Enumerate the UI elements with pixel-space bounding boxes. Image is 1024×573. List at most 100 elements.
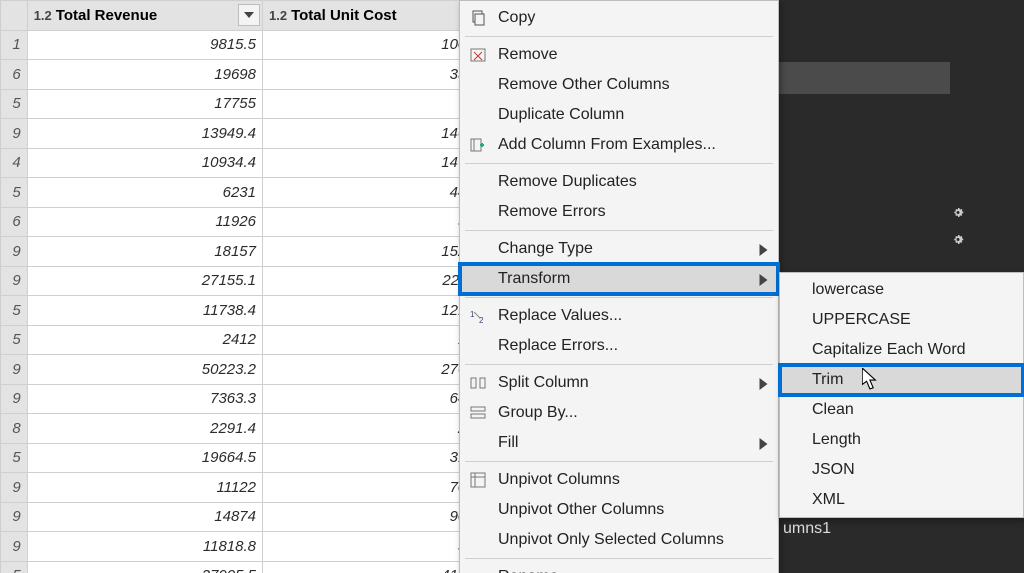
menu-separator: [465, 558, 773, 559]
menu-add-from-examples[interactable]: Add Column From Examples...: [460, 130, 778, 160]
row-index: 9: [1, 532, 28, 562]
submenu-arrow-icon: [759, 273, 768, 291]
menu-copy-label: Copy: [498, 9, 535, 27]
submenu-arrow-icon: [759, 377, 768, 395]
group-by-icon: [468, 403, 488, 423]
row-index: 5: [1, 296, 28, 326]
cell-revenue[interactable]: 50223.2: [27, 355, 262, 385]
menu-unpivot[interactable]: Unpivot Columns: [460, 465, 778, 495]
menu-unpivot-selected[interactable]: Unpivot Only Selected Columns: [460, 525, 778, 555]
menu-transform-label: Transform: [498, 270, 570, 288]
cell-revenue[interactable]: 19664.5: [27, 443, 262, 473]
row-index: 9: [1, 237, 28, 267]
row-index: 6: [1, 60, 28, 90]
unpivot-icon: [468, 470, 488, 490]
decimal-type-icon: 1.2: [269, 8, 287, 23]
cell-revenue[interactable]: 2412: [27, 325, 262, 355]
cell-revenue[interactable]: 11926: [27, 207, 262, 237]
cell-revenue[interactable]: 11122: [27, 473, 262, 503]
power-query-window: umns1 1.2 Total Revenue 1.2 Total Unit C…: [0, 0, 1024, 573]
submenu-trim[interactable]: Trim: [780, 365, 1023, 395]
cell-revenue[interactable]: 14874: [27, 502, 262, 532]
menu-unpivot-other-label: Unpivot Other Columns: [498, 501, 664, 519]
cell-revenue[interactable]: 11818.8: [27, 532, 262, 562]
menu-remove[interactable]: Remove: [460, 40, 778, 70]
svg-text:1: 1: [470, 310, 475, 319]
cell-revenue[interactable]: 9815.5: [27, 30, 262, 60]
cell-revenue[interactable]: 27905.5: [27, 561, 262, 573]
menu-unpivot-other[interactable]: Unpivot Other Columns: [460, 495, 778, 525]
menu-fill[interactable]: Fill: [460, 428, 778, 458]
column-context-menu: Copy Remove Remove Other Columns Duplica…: [459, 0, 779, 573]
row-index: 9: [1, 355, 28, 385]
split-column-icon: [468, 373, 488, 393]
menu-remove-err-label: Remove Errors: [498, 203, 606, 221]
submenu-lowercase[interactable]: lowercase: [780, 275, 1023, 305]
submenu-json[interactable]: JSON: [780, 455, 1023, 485]
submenu-clean[interactable]: Clean: [780, 395, 1023, 425]
unitcost-header-label: Total Unit Cost: [291, 7, 397, 24]
row-index: 4: [1, 148, 28, 178]
menu-duplicate-label: Duplicate Column: [498, 106, 624, 124]
cell-revenue[interactable]: 11738.4: [27, 296, 262, 326]
submenu-uppercase[interactable]: UPPERCASE: [780, 305, 1023, 335]
menu-remove-label: Remove: [498, 46, 558, 64]
submenu-arrow-icon: [759, 437, 768, 455]
submenu-arrow-icon: [759, 243, 768, 261]
cell-revenue[interactable]: 7363.3: [27, 384, 262, 414]
menu-separator: [465, 364, 773, 365]
menu-copy[interactable]: Copy: [460, 3, 778, 33]
menu-remove-errors[interactable]: Remove Errors: [460, 197, 778, 227]
row-index: 5: [1, 89, 28, 119]
menu-change-type-label: Change Type: [498, 240, 593, 258]
menu-replace-values-label: Replace Values...: [498, 307, 622, 325]
gear-icon[interactable]: [949, 229, 967, 252]
add-column-examples-icon: [468, 135, 488, 155]
menu-duplicate[interactable]: Duplicate Column: [460, 100, 778, 130]
menu-rename-label: Rename: [498, 568, 558, 573]
menu-separator: [465, 461, 773, 462]
menu-unpivot-label: Unpivot Columns: [498, 471, 620, 489]
menu-separator: [465, 163, 773, 164]
menu-unpivot-sel-label: Unpivot Only Selected Columns: [498, 531, 724, 549]
submenu-length[interactable]: Length: [780, 425, 1023, 455]
row-index: 9: [1, 502, 28, 532]
menu-rename[interactable]: Rename: [460, 562, 778, 573]
menu-remove-duplicates[interactable]: Remove Duplicates: [460, 167, 778, 197]
index-header: [1, 1, 28, 31]
cell-revenue[interactable]: 27155.1: [27, 266, 262, 296]
menu-remove-dup-label: Remove Duplicates: [498, 173, 637, 191]
row-index: 9: [1, 266, 28, 296]
menu-change-type[interactable]: Change Type: [460, 234, 778, 264]
menu-replace-errors-label: Replace Errors...: [498, 337, 618, 355]
cell-revenue[interactable]: 6231: [27, 178, 262, 208]
menu-group-by[interactable]: Group By...: [460, 398, 778, 428]
cell-revenue[interactable]: 17755: [27, 89, 262, 119]
menu-transform[interactable]: Transform: [460, 264, 778, 294]
cell-revenue[interactable]: 10934.4: [27, 148, 262, 178]
menu-separator: [465, 36, 773, 37]
menu-replace-values[interactable]: 12 Replace Values...: [460, 301, 778, 331]
menu-split-column[interactable]: Split Column: [460, 368, 778, 398]
revenue-header[interactable]: 1.2 Total Revenue: [27, 1, 262, 31]
row-index: 6: [1, 207, 28, 237]
cell-revenue[interactable]: 18157: [27, 237, 262, 267]
row-index: 9: [1, 119, 28, 149]
cell-revenue[interactable]: 2291.4: [27, 414, 262, 444]
row-index: 5: [1, 178, 28, 208]
menu-separator: [465, 230, 773, 231]
submenu-xml[interactable]: XML: [780, 485, 1023, 515]
menu-fill-label: Fill: [498, 434, 518, 452]
cell-revenue[interactable]: 19698: [27, 60, 262, 90]
svg-text:2: 2: [479, 316, 484, 324]
row-index: 5: [1, 561, 28, 573]
cell-revenue[interactable]: 13949.4: [27, 119, 262, 149]
gear-icon[interactable]: [949, 202, 967, 225]
applied-step-umns[interactable]: umns1: [783, 520, 831, 538]
column-filter-button[interactable]: [238, 4, 260, 26]
row-index: 9: [1, 473, 28, 503]
submenu-capitalize[interactable]: Capitalize Each Word: [780, 335, 1023, 365]
remove-column-icon: [468, 45, 488, 65]
menu-replace-errors[interactable]: Replace Errors...: [460, 331, 778, 361]
menu-remove-other[interactable]: Remove Other Columns: [460, 70, 778, 100]
